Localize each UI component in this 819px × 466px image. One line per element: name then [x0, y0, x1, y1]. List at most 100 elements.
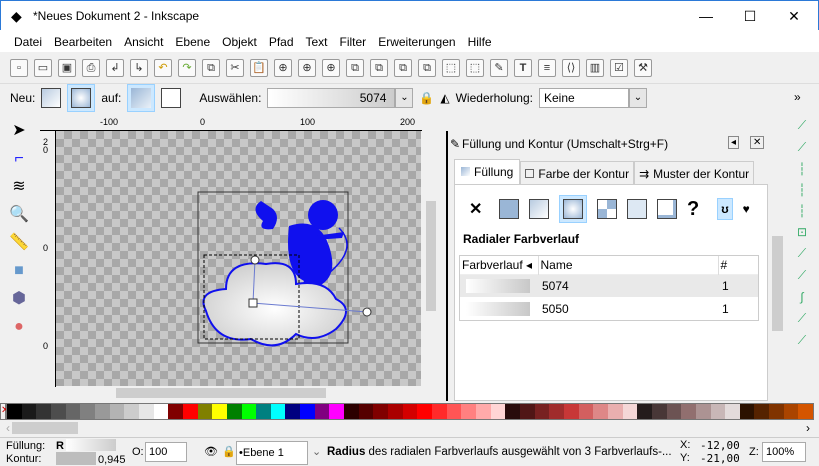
stroke-indicator[interactable]: [56, 452, 96, 465]
zoom-page-icon[interactable]: ⊕: [322, 58, 340, 77]
palette-swatch[interactable]: [695, 404, 711, 419]
palette-swatch[interactable]: [329, 404, 345, 419]
fill-rule-nonzero-icon[interactable]: ♥: [743, 202, 750, 216]
palette-swatch[interactable]: [153, 404, 169, 419]
palette-swatch[interactable]: [637, 404, 652, 419]
palette-swatch[interactable]: [783, 404, 799, 419]
export-icon[interactable]: ↳: [130, 58, 148, 77]
palette-swatch[interactable]: [270, 404, 286, 419]
radial-gradient-icon[interactable]: [563, 199, 583, 219]
palette-swatch[interactable]: [344, 404, 359, 419]
snap-midpoint-icon[interactable]: ┆: [798, 204, 805, 218]
gradient-row[interactable]: 5050 1: [460, 297, 758, 320]
undo-icon[interactable]: ↶: [154, 58, 172, 77]
collapse-panel-button[interactable]: ◂: [728, 136, 740, 149]
ellipse-tool-icon[interactable]: ●: [8, 316, 30, 338]
palette-swatch[interactable]: [725, 404, 740, 419]
horizontal-scrollbar[interactable]: [56, 386, 421, 400]
gradient-row[interactable]: 5074 1: [460, 274, 758, 297]
snap-nodes-icon[interactable]: ⟋: [798, 246, 806, 261]
selector-tool-icon[interactable]: ➤: [8, 120, 30, 142]
zoom-spinbox[interactable]: 100%: [762, 442, 806, 462]
layer-visibility-icon[interactable]: 👁: [204, 445, 218, 458]
import-icon[interactable]: ↲: [106, 58, 124, 77]
tweak-tool-icon[interactable]: ≋: [8, 176, 30, 198]
swatch-icon[interactable]: [627, 199, 647, 219]
palette-swatch[interactable]: [80, 404, 95, 419]
close-panel-button[interactable]: ✕: [750, 136, 765, 149]
text-font-icon[interactable]: T: [514, 58, 532, 77]
close-button[interactable]: ✕: [771, 1, 817, 31]
panel-scrollbar[interactable]: [770, 131, 785, 401]
layer-lock-icon[interactable]: 🔒: [222, 445, 236, 458]
palette-swatch[interactable]: [285, 404, 301, 419]
select-original-icon[interactable]: ⧉: [418, 58, 436, 77]
menu-filter[interactable]: Filter: [334, 30, 373, 52]
save-icon[interactable]: ▣: [58, 58, 76, 77]
repeat-select[interactable]: Keine: [539, 88, 629, 108]
palette-swatch[interactable]: [534, 404, 550, 419]
menu-datei[interactable]: Datei: [8, 30, 48, 52]
palette-swatch[interactable]: [358, 404, 374, 419]
layer-select[interactable]: •Ebene 1: [236, 441, 308, 465]
duplicate-icon[interactable]: ⧉: [346, 58, 364, 77]
palette-swatch[interactable]: [710, 404, 726, 419]
pattern-icon[interactable]: [597, 199, 617, 219]
node-tool-icon[interactable]: ⌐: [8, 148, 30, 170]
palette-swatch[interactable]: [754, 404, 770, 419]
menu-ebene[interactable]: Ebene: [169, 30, 216, 52]
palette-swatch[interactable]: [505, 404, 520, 419]
radial-gradient-button[interactable]: [71, 88, 92, 108]
palette-swatch[interactable]: [168, 404, 183, 419]
palette-swatch[interactable]: [197, 404, 213, 419]
drawing[interactable]: [56, 131, 421, 386]
drawing-canvas[interactable]: [56, 131, 421, 386]
palette-swatch[interactable]: [563, 404, 579, 419]
linear-gradient-button[interactable]: [41, 88, 62, 108]
palette-swatch[interactable]: [607, 404, 623, 419]
color-palette[interactable]: [6, 403, 814, 420]
menu-bearbeiten[interactable]: Bearbeiten: [48, 30, 118, 52]
snap-intersection-icon[interactable]: ⟋: [798, 311, 806, 326]
document-properties-icon[interactable]: ☑: [610, 58, 628, 77]
gradient-radius-handle[interactable]: [362, 307, 372, 317]
measure-tool-icon[interactable]: 📏: [8, 232, 30, 254]
palette-swatch[interactable]: [402, 404, 418, 419]
palette-swatch[interactable]: [388, 404, 403, 419]
palette-swatch[interactable]: [651, 404, 667, 419]
palette-swatch[interactable]: [549, 404, 564, 419]
palette-swatch[interactable]: [226, 404, 242, 419]
palette-swatch[interactable]: [417, 404, 433, 419]
palette-swatch[interactable]: [50, 404, 66, 419]
palette-swatch[interactable]: [476, 404, 491, 419]
palette-swatch[interactable]: [461, 404, 476, 419]
snap-bbox-corner-icon[interactable]: ┆: [798, 183, 805, 197]
fill-rule-evenodd-icon[interactable]: ʊ: [717, 198, 733, 220]
palette-swatch[interactable]: [241, 404, 257, 419]
palette-swatch[interactable]: [798, 404, 814, 419]
snap-bbox-edge-icon[interactable]: ┆: [798, 162, 805, 176]
palette-swatch[interactable]: [182, 404, 198, 419]
unlink-clone-icon[interactable]: ⧉: [394, 58, 412, 77]
palette-scrollbar[interactable]: ‹ ›: [0, 420, 819, 436]
chevron-down-icon[interactable]: ⌄: [312, 445, 321, 458]
column-header-count[interactable]: #: [717, 256, 758, 274]
fill-indicator[interactable]: [66, 439, 116, 451]
open-icon[interactable]: ▭: [34, 58, 52, 77]
snap-bbox-icon[interactable]: ⟋: [798, 140, 806, 155]
snap-guide-icon[interactable]: ⟋: [798, 333, 806, 348]
column-header-name[interactable]: Name: [537, 256, 718, 274]
menu-text[interactable]: Text: [300, 30, 334, 52]
palette-swatch[interactable]: [300, 404, 315, 419]
linear-gradient-icon[interactable]: [529, 199, 549, 219]
column-header-gradient[interactable]: Farbverlauf ◂: [460, 256, 538, 274]
palette-swatch[interactable]: [769, 404, 784, 419]
ungroup-icon[interactable]: ⬚: [466, 58, 484, 77]
palette-swatch[interactable]: [138, 404, 154, 419]
palette-swatch[interactable]: [36, 404, 51, 419]
reverse-gradient-icon[interactable]: ◭: [440, 91, 449, 105]
palette-swatch[interactable]: [7, 404, 22, 419]
palette-swatch[interactable]: [94, 404, 110, 419]
palette-swatch[interactable]: [739, 404, 755, 419]
paste-icon[interactable]: 📋: [250, 58, 268, 77]
